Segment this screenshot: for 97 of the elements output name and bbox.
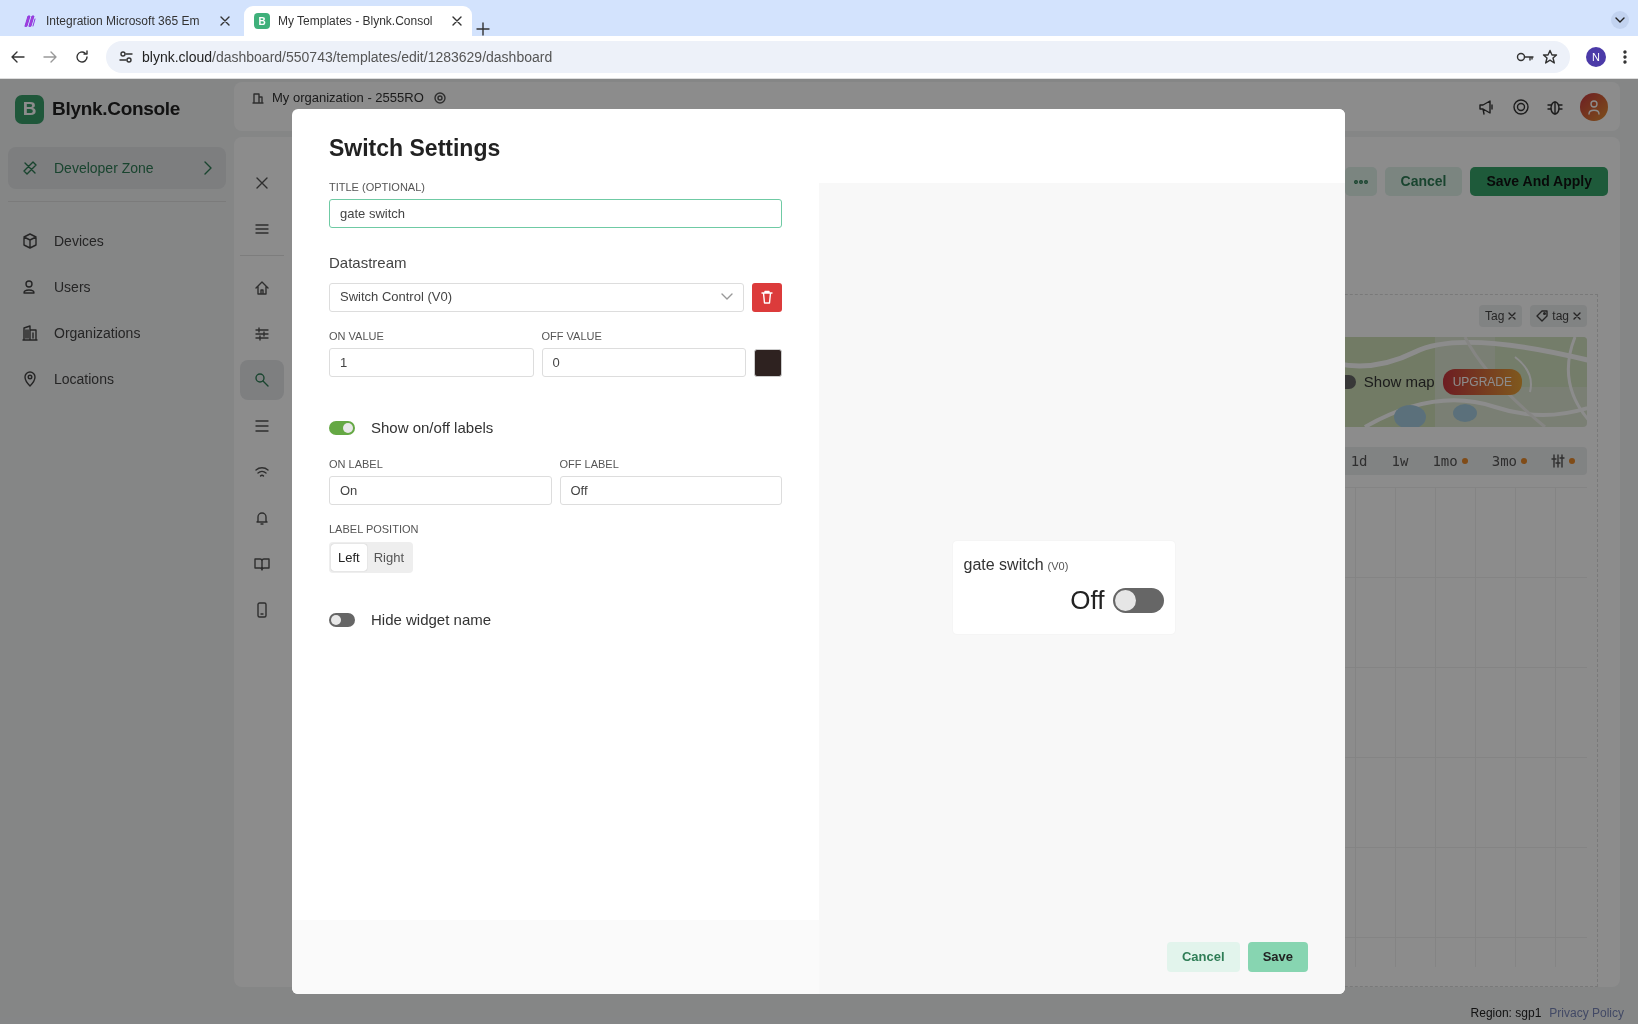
toggle-switch[interactable] bbox=[329, 613, 355, 628]
star-icon[interactable] bbox=[1542, 49, 1558, 65]
cancel-button[interactable]: Cancel bbox=[1384, 167, 1463, 196]
field-label: OFF VALUE bbox=[541, 328, 603, 344]
organization-selector[interactable]: My organization - 2555RO bbox=[272, 88, 424, 108]
nav-item[interactable]: Developer Zone bbox=[8, 147, 226, 189]
segmented-control[interactable]: Left Right bbox=[329, 541, 414, 574]
save-and-apply-button[interactable]: Save And Apply bbox=[1470, 167, 1608, 196]
toggle-switch[interactable] bbox=[329, 421, 355, 436]
tools-icon bbox=[22, 160, 38, 176]
pin-label: (V0) bbox=[1047, 559, 1069, 574]
building-icon bbox=[252, 91, 264, 104]
chevron-right-icon bbox=[204, 161, 212, 175]
trash-icon bbox=[761, 290, 773, 305]
close-icon[interactable] bbox=[452, 16, 462, 26]
nav-item[interactable]: Devices bbox=[8, 220, 226, 262]
phone-icon bbox=[254, 602, 270, 618]
wifi-icon bbox=[254, 464, 270, 480]
home-icon bbox=[254, 280, 270, 296]
new-tab-icon[interactable] bbox=[476, 22, 490, 36]
users-icon bbox=[22, 279, 38, 295]
back-icon[interactable] bbox=[10, 49, 26, 65]
cube-icon bbox=[22, 233, 38, 249]
label-input[interactable]: Off bbox=[559, 476, 782, 506]
chevron-down-icon bbox=[721, 293, 733, 302]
address-bar[interactable]: blynk.cloud/dashboard/550743/templates/edit/1283629/dashboard bbox=[106, 41, 1570, 73]
state-label: Off bbox=[1070, 584, 1105, 617]
cancel-button[interactable]: Cancel bbox=[1167, 942, 1240, 972]
segment-option[interactable]: Right bbox=[366, 543, 412, 572]
filter-button[interactable] bbox=[1551, 454, 1575, 468]
building-icon bbox=[22, 325, 38, 341]
nav-item[interactable]: Locations bbox=[8, 358, 226, 400]
location-icon bbox=[22, 371, 38, 387]
datastream-select[interactable]: Switch Control (V0) bbox=[329, 282, 744, 312]
close-icon bbox=[256, 177, 268, 189]
dialog-title: Switch Settings bbox=[329, 135, 502, 163]
menu-icon[interactable] bbox=[1622, 49, 1628, 65]
reload-icon[interactable] bbox=[74, 49, 90, 65]
settings-icon[interactable] bbox=[431, 89, 448, 106]
lifebuoy-icon[interactable] bbox=[1512, 97, 1530, 116]
profile-avatar[interactable]: N bbox=[1586, 47, 1606, 67]
tag-chip[interactable]: Tag bbox=[1478, 305, 1523, 327]
forward-icon[interactable] bbox=[42, 49, 58, 65]
list-icon bbox=[254, 418, 270, 434]
person-icon bbox=[1586, 98, 1602, 115]
sliders-icon bbox=[1551, 454, 1565, 468]
close-icon[interactable] bbox=[220, 16, 230, 26]
url-text: blynk.cloud/dashboard/550743/templates/edit/1283629/dashboard bbox=[142, 47, 553, 67]
tag-chip[interactable]: tag bbox=[1530, 305, 1587, 327]
nav-item[interactable]: Organizations bbox=[8, 312, 226, 354]
delete-button[interactable] bbox=[752, 282, 782, 312]
toggle-switch[interactable] bbox=[1112, 588, 1164, 613]
field-label: LABEL POSITION bbox=[329, 522, 420, 538]
time-range-tab[interactable]: 1d bbox=[1350, 450, 1368, 472]
more-icon bbox=[1353, 179, 1368, 186]
upgrade-badge[interactable]: UPGRADE bbox=[1442, 369, 1522, 395]
chevron-down-icon[interactable] bbox=[1610, 10, 1630, 30]
privacy-policy-link[interactable]: Privacy Policy bbox=[1549, 1004, 1624, 1022]
time-range-tab[interactable]: 3mo bbox=[1491, 450, 1527, 472]
toggle-label: Hide widget name bbox=[371, 610, 492, 631]
field-label: OFF LABEL bbox=[559, 456, 620, 472]
sliders-icon bbox=[254, 326, 270, 342]
value-input[interactable]: 1 bbox=[329, 348, 534, 378]
save-button[interactable]: Save bbox=[1247, 942, 1308, 972]
segment-option[interactable]: Left bbox=[331, 543, 367, 572]
logo-text: Blynk.Console bbox=[52, 96, 181, 121]
book-icon bbox=[254, 556, 270, 572]
user-avatar[interactable] bbox=[1580, 92, 1608, 121]
nav-item[interactable]: Users bbox=[8, 266, 226, 308]
label-input[interactable]: On bbox=[329, 476, 552, 506]
logo-mark: B bbox=[15, 94, 44, 124]
logo-icon bbox=[22, 13, 38, 29]
browser-tab[interactable]: Integration Microsoft 365 Em bbox=[12, 6, 240, 36]
search-icon bbox=[254, 372, 270, 388]
time-range-tab[interactable]: 1w bbox=[1391, 450, 1409, 472]
site-settings-icon[interactable] bbox=[118, 49, 134, 65]
field-label: TITLE (OPTIONAL) bbox=[329, 179, 426, 195]
toggle-label: Show map bbox=[1363, 371, 1435, 392]
time-range-tab[interactable]: 1mo bbox=[1432, 450, 1468, 472]
menu-icon bbox=[255, 223, 269, 235]
field-label: ON LABEL bbox=[329, 456, 384, 472]
key-icon[interactable] bbox=[1516, 50, 1534, 64]
toggle-label: Show on/off labels bbox=[371, 418, 494, 439]
widget-title: gate switch bbox=[963, 555, 1044, 575]
more-button[interactable] bbox=[1344, 167, 1377, 196]
tab-favicon: B bbox=[254, 13, 270, 29]
region-text: Region: sgp1 bbox=[1470, 1005, 1542, 1022]
color-swatch[interactable] bbox=[754, 349, 782, 378]
bell-icon bbox=[254, 510, 270, 526]
tag-icon bbox=[1536, 310, 1549, 322]
value-input[interactable]: 0 bbox=[541, 348, 746, 378]
sidebar-tab[interactable] bbox=[240, 360, 284, 400]
field-label: ON VALUE bbox=[329, 328, 385, 344]
section-heading: Datastream bbox=[329, 253, 408, 274]
browser-tab[interactable]: B My Templates - Blynk.Consol bbox=[244, 6, 472, 36]
title-input[interactable]: gate switch bbox=[329, 199, 782, 229]
megaphone-icon[interactable] bbox=[1478, 97, 1496, 116]
